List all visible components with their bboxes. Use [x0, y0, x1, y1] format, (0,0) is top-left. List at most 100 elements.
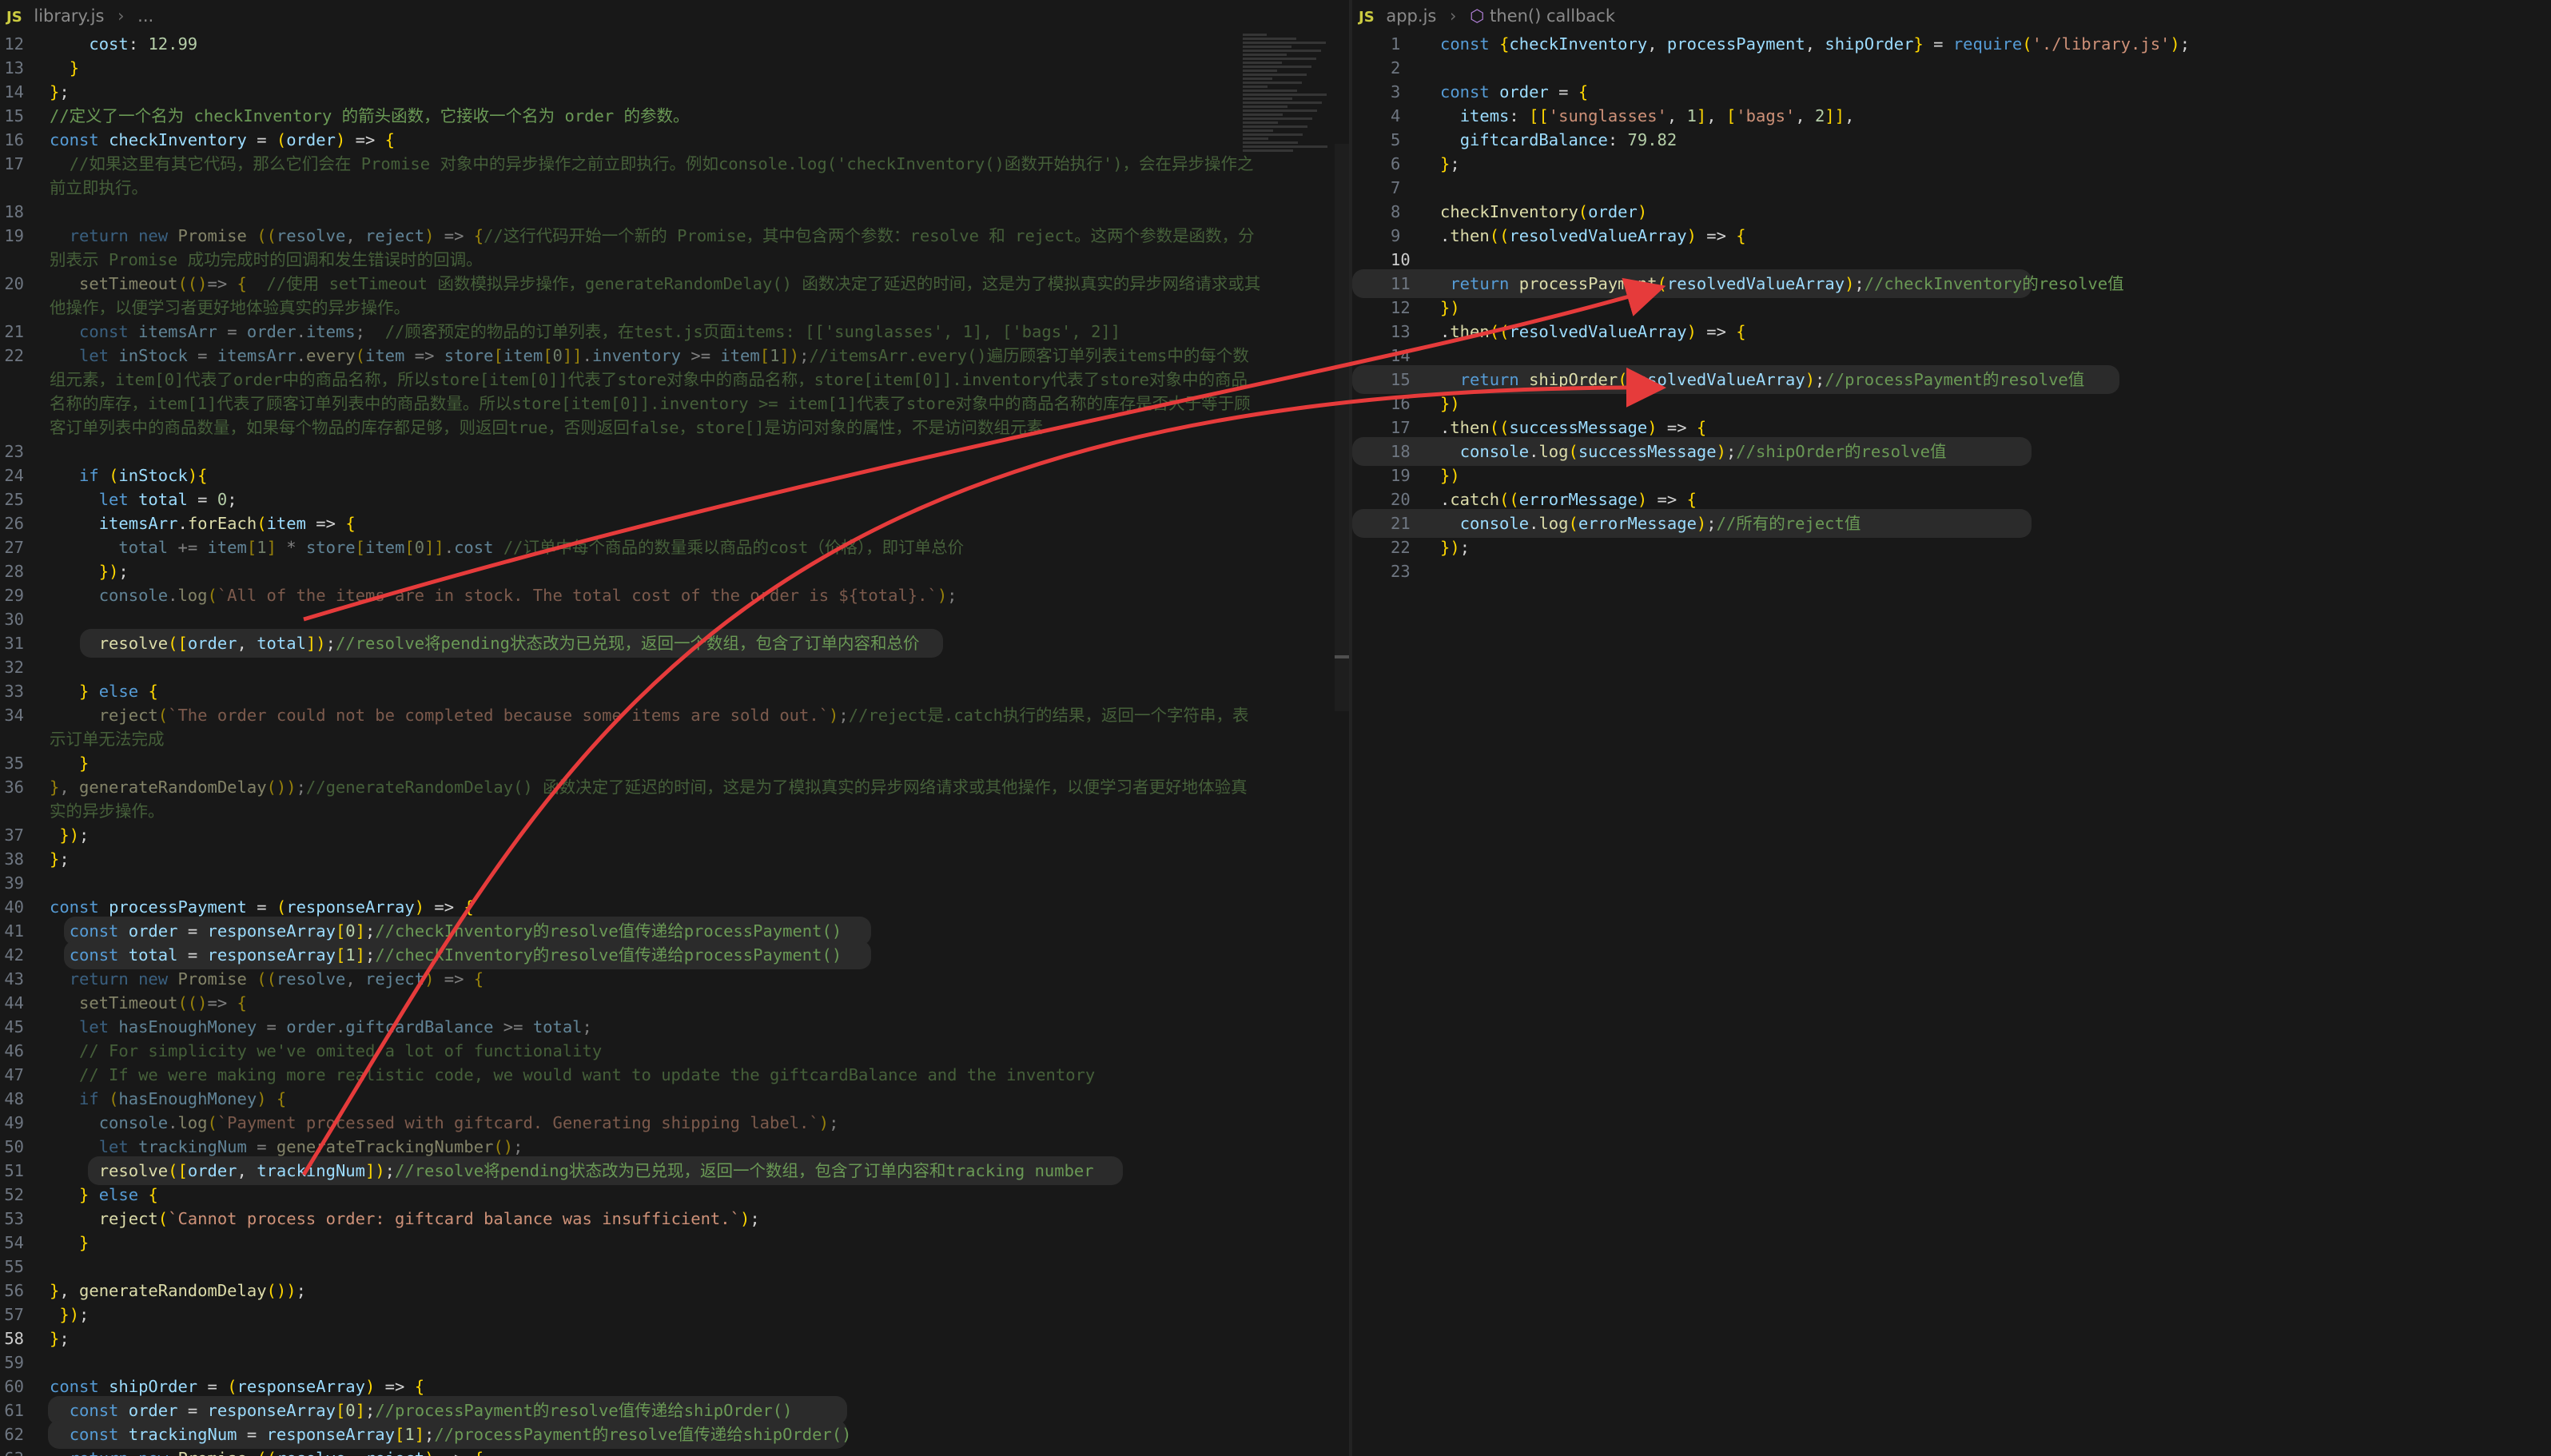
code-line[interactable]: 17 .then((successMessage) => {: [1352, 416, 2551, 440]
code-text[interactable]: let total = 0;: [50, 487, 1261, 511]
code-line[interactable]: 24 if (inStock){: [0, 463, 1349, 487]
code-text[interactable]: checkInventory(order): [1440, 200, 2527, 224]
code-line[interactable]: 43 return new Promise ((resolve, reject)…: [0, 967, 1349, 991]
code-line[interactable]: 63 return new Promise ((resolve, reject)…: [0, 1446, 1349, 1456]
code-line[interactable]: 3 const order = {: [1352, 80, 2551, 104]
code-line[interactable]: 6};: [1352, 152, 2551, 176]
code-text[interactable]: .then((resolvedValueArray) => {: [1440, 320, 2527, 344]
code-text[interactable]: }: [50, 751, 1261, 775]
code-line[interactable]: 13 }: [0, 56, 1349, 80]
code-text[interactable]: const order = responseArray[0];//process…: [50, 1398, 1261, 1422]
code-text[interactable]: return shipOrder(resolvedValueArray);//p…: [1440, 368, 2527, 392]
code-text[interactable]: });: [1440, 535, 2527, 559]
breadcrumb-trail[interactable]: ...: [137, 6, 153, 26]
code-text[interactable]: }): [1440, 463, 2527, 487]
code-text[interactable]: let inStock = itemsArr.every(item => sto…: [50, 344, 1261, 440]
code-line[interactable]: 48 if (hasEnoughMoney) {: [0, 1087, 1349, 1111]
code-text[interactable]: const order = responseArray[0];//checkIn…: [50, 919, 1261, 943]
code-line[interactable]: 29 console.log(`All of the items are in …: [0, 583, 1349, 607]
code-text[interactable]: const trackingNum = responseArray[1];//p…: [50, 1422, 1261, 1446]
code-text[interactable]: } else {: [50, 679, 1261, 703]
code-text[interactable]: console.log(`All of the items are in sto…: [50, 583, 1261, 607]
code-text[interactable]: };: [1440, 152, 2527, 176]
code-line[interactable]: 52 } else {: [0, 1183, 1349, 1207]
code-line[interactable]: 20 .catch((errorMessage) => {: [1352, 487, 2551, 511]
code-line[interactable]: 14: [1352, 344, 2551, 368]
code-line[interactable]: 15 return shipOrder(resolvedValueArray);…: [1352, 365, 2551, 394]
code-line[interactable]: 39: [0, 871, 1349, 895]
code-text[interactable]: });: [50, 1303, 1261, 1327]
code-text[interactable]: }: [50, 1231, 1261, 1255]
code-line[interactable]: 62 const trackingNum = responseArray[1];…: [0, 1420, 1349, 1449]
code-line[interactable]: 4 items: [['sunglasses', 1], ['bags', 2]…: [1352, 104, 2551, 128]
code-text[interactable]: giftcardBalance: 79.82: [1440, 128, 2527, 152]
code-line[interactable]: 60 const shipOrder = (responseArray) => {: [0, 1374, 1349, 1398]
code-line[interactable]: 26 itemsArr.forEach(item => {: [0, 511, 1349, 535]
code-line[interactable]: 12}): [1352, 296, 2551, 320]
code-line[interactable]: 18: [0, 200, 1349, 224]
code-text[interactable]: reject(`Cannot process order: giftcard b…: [50, 1207, 1261, 1231]
code-line[interactable]: 21 console.log(errorMessage);//所有的reject…: [1352, 509, 2551, 538]
code-text[interactable]: setTimeout(()=> { //使用 setTimeout 函数模拟异步…: [50, 272, 1261, 320]
code-line[interactable]: 31 resolve([order, total]);//resolve将pen…: [0, 629, 1349, 658]
code-text[interactable]: }): [1440, 296, 2527, 320]
code-text[interactable]: .catch((errorMessage) => {: [1440, 487, 2527, 511]
code-text[interactable]: // If we were making more realistic code…: [50, 1063, 1261, 1087]
code-line[interactable]: 55: [0, 1255, 1349, 1279]
code-text[interactable]: .then((resolvedValueArray) => {: [1440, 224, 2527, 248]
code-editor[interactable]: 12 cost: 12.99 13 } 14}; 15//定义了一个名为 checkI…: [0, 32, 1349, 1456]
code-text[interactable]: //定义了一个名为 checkInventory 的箭头函数，它接收一个名为 o…: [50, 104, 1261, 128]
code-text[interactable]: return new Promise ((resolve, reject) =>…: [50, 967, 1261, 991]
code-line[interactable]: 19 return new Promise ((resolve, reject)…: [0, 224, 1349, 272]
code-line[interactable]: 36}, generateRandomDelay());//generateRa…: [0, 775, 1349, 823]
code-line[interactable]: 44 setTimeout(()=> {: [0, 991, 1349, 1015]
code-line[interactable]: 27 total += item[1] * store[item[0]].cos…: [0, 535, 1349, 559]
code-text[interactable]: } else {: [50, 1183, 1261, 1207]
code-line[interactable]: 1 const {checkInventory, processPayment, …: [1352, 32, 2551, 56]
code-line[interactable]: 50 let trackingNum = generateTrackingNum…: [0, 1135, 1349, 1159]
code-text[interactable]: setTimeout(()=> {: [50, 991, 1261, 1015]
code-text[interactable]: //如果这里有其它代码，那么它们会在 Promise 对象中的异步操作之前立即执…: [50, 152, 1261, 200]
minimap[interactable]: [1243, 32, 1335, 176]
code-line[interactable]: 15 //定义了一个名为 checkInventory 的箭头函数，它接收一个名为…: [0, 104, 1349, 128]
code-line[interactable]: 10: [1352, 248, 2551, 272]
code-text[interactable]: const order = {: [1440, 80, 2527, 104]
code-text[interactable]: total += item[1] * store[item[0]].cost /…: [50, 535, 1261, 559]
code-text[interactable]: const checkInventory = (order) => {: [50, 128, 1261, 152]
code-line[interactable]: 5 giftcardBalance: 79.82: [1352, 128, 2551, 152]
code-text[interactable]: .then((successMessage) => {: [1440, 416, 2527, 440]
code-line[interactable]: 53 reject(`Cannot process order: giftcar…: [0, 1207, 1349, 1231]
code-line[interactable]: 23: [0, 440, 1349, 463]
code-text[interactable]: }): [1440, 392, 2527, 416]
left-editor-pane[interactable]: JS library.js › ... 12 cost: 12.99 13 } 14…: [0, 0, 1349, 1456]
code-text[interactable]: const {checkInventory, processPayment, s…: [1440, 32, 2527, 56]
right-editor-pane[interactable]: JS app.js › ⬡ then() callback 1 const {ch…: [1352, 0, 2551, 1456]
code-text[interactable]: resolve([order, total]);//resolve将pendin…: [50, 631, 1261, 655]
code-text[interactable]: itemsArr.forEach(item => {: [50, 511, 1261, 535]
code-text[interactable]: reject(`The order could not be completed…: [50, 703, 1261, 751]
code-line[interactable]: 22});: [1352, 535, 2551, 559]
code-line[interactable]: 28 });: [0, 559, 1349, 583]
code-text[interactable]: let trackingNum = generateTrackingNumber…: [50, 1135, 1261, 1159]
code-text[interactable]: const itemsArr = order.items; //顾客预定的物品的…: [50, 320, 1261, 344]
code-line[interactable]: 2: [1352, 56, 2551, 80]
code-line[interactable]: 17 //如果这里有其它代码，那么它们会在 Promise 对象中的异步操作之前…: [0, 152, 1349, 200]
code-text[interactable]: let hasEnoughMoney = order.giftcardBalan…: [50, 1015, 1261, 1039]
code-line[interactable]: 16}): [1352, 392, 2551, 416]
code-text[interactable]: console.log(errorMessage);//所有的reject值: [1440, 511, 2527, 535]
code-line[interactable]: 25 let total = 0;: [0, 487, 1349, 511]
code-text[interactable]: }: [50, 56, 1261, 80]
code-line[interactable]: 59: [0, 1351, 1349, 1374]
code-text[interactable]: });: [50, 559, 1261, 583]
code-line[interactable]: 11 return processPayment(resolvedValueAr…: [1352, 269, 2551, 298]
code-text[interactable]: const total = responseArray[1];//checkIn…: [50, 943, 1261, 967]
code-line[interactable]: 42 const total = responseArray[1];//chec…: [0, 941, 1349, 969]
code-line[interactable]: 54 }: [0, 1231, 1349, 1255]
code-line[interactable]: 33 } else {: [0, 679, 1349, 703]
code-text[interactable]: const shipOrder = (responseArray) => {: [50, 1374, 1261, 1398]
code-line[interactable]: 21 const itemsArr = order.items; //顾客预定的…: [0, 320, 1349, 344]
code-text[interactable]: if (hasEnoughMoney) {: [50, 1087, 1261, 1111]
code-line[interactable]: 61 const order = responseArray[0];//proc…: [0, 1396, 1349, 1425]
breadcrumb-file[interactable]: library.js: [34, 6, 104, 26]
code-line[interactable]: 41 const order = responseArray[0];//chec…: [0, 917, 1349, 945]
